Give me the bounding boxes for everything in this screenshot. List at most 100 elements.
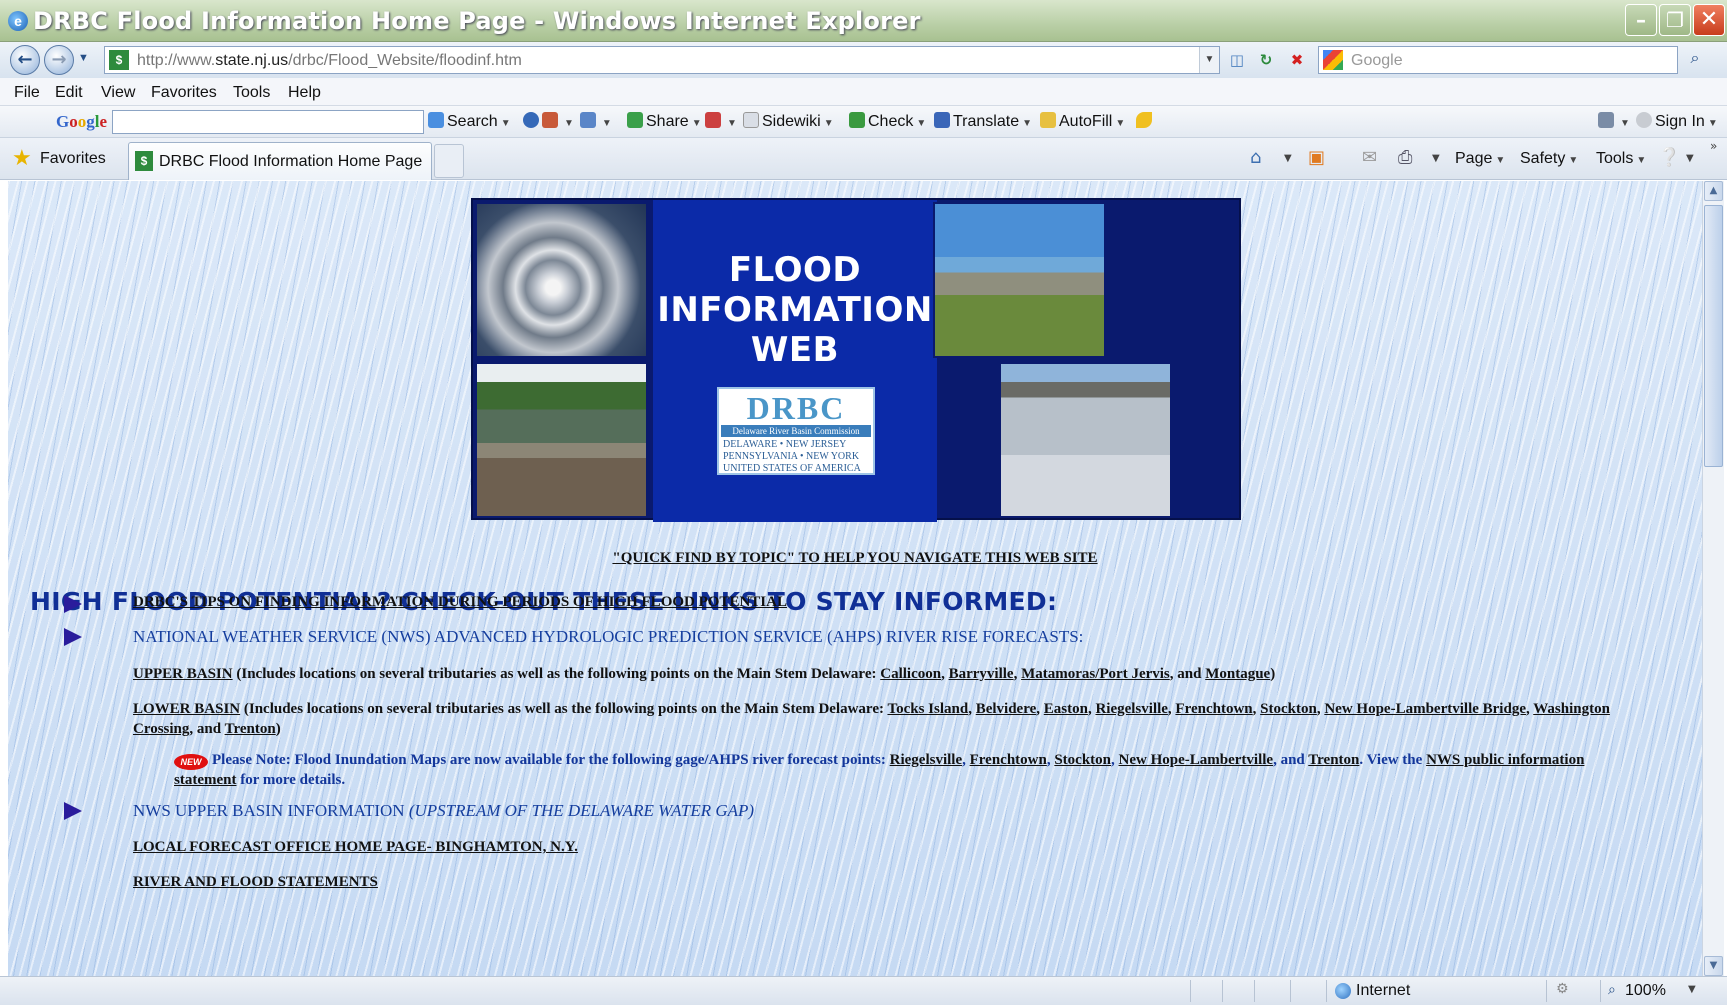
autofill-icon bbox=[1040, 112, 1056, 128]
maximize-button[interactable]: ❐ bbox=[1659, 4, 1691, 36]
belvidere-link[interactable]: Belvidere bbox=[976, 701, 1037, 717]
easton-link[interactable]: Easton bbox=[1044, 701, 1088, 717]
lower-basin-paragraph: LOWER BASIN (Includes locations on sever… bbox=[133, 701, 1610, 737]
minimize-button[interactable]: – bbox=[1625, 4, 1657, 36]
new-hope-bridge-link[interactable]: New Hope-Lambertville Bridge bbox=[1324, 701, 1526, 717]
security-zone-label[interactable]: Internet bbox=[1356, 982, 1410, 1000]
zoom-icon[interactable]: ⌕ bbox=[1608, 982, 1616, 998]
autofill-button[interactable]: AutoFill ▼ bbox=[1040, 112, 1125, 131]
frenchtown-link[interactable]: Frenchtown bbox=[1175, 701, 1252, 717]
translate-button[interactable]: Translate ▼ bbox=[934, 112, 1032, 131]
address-dropdown-icon[interactable]: ▼ bbox=[1199, 47, 1219, 73]
menu-favorites[interactable]: Favorites bbox=[151, 84, 217, 102]
callicoon-link[interactable]: Callicoon bbox=[880, 666, 941, 682]
google-toolbar: Google Search ▼ ▼ ▼ Share ▼ ▼ Sidewiki ▼ Che… bbox=[0, 106, 1727, 138]
note-trenton-link[interactable]: Trenton bbox=[1308, 752, 1359, 768]
site-favicon-icon: $ bbox=[109, 50, 129, 70]
window-title: DRBC Flood Information Home Page - Windo… bbox=[33, 7, 921, 35]
google-search-button[interactable]: Search ▼ bbox=[428, 112, 511, 131]
menu-file[interactable]: File bbox=[14, 84, 40, 102]
menu-edit[interactable]: Edit bbox=[55, 84, 83, 102]
address-bar[interactable]: $ http://www.state.nj.us/drbc/Flood_Webs… bbox=[104, 46, 1220, 74]
upper-basin-info-heading: NWS UPPER BASIN INFORMATION (UPSTREAM OF… bbox=[133, 801, 755, 820]
search-icon[interactable]: ⌕ bbox=[1683, 48, 1707, 72]
new-badge-icon: NEW bbox=[174, 754, 208, 770]
menu-tools[interactable]: Tools bbox=[233, 84, 270, 102]
scroll-up-icon[interactable]: ▲ bbox=[1704, 181, 1723, 201]
barryville-link[interactable]: Barryville bbox=[949, 666, 1014, 682]
earth-icon bbox=[523, 112, 539, 128]
popup-blocker-icon bbox=[705, 112, 721, 128]
back-button[interactable]: ← bbox=[10, 45, 40, 75]
ie-logo-icon: e bbox=[8, 11, 28, 31]
note-riegelsville-link[interactable]: Riegelsville bbox=[890, 752, 962, 768]
safety-menu[interactable]: Safety ▼ bbox=[1520, 150, 1578, 168]
zoom-dropdown-icon[interactable]: ▼ bbox=[1688, 984, 1696, 995]
url-text[interactable]: http://www.state.nj.us/drbc/Flood_Websit… bbox=[137, 52, 522, 70]
page-menu[interactable]: Page ▼ bbox=[1455, 150, 1505, 168]
menu-help[interactable]: Help bbox=[288, 84, 321, 102]
sidewiki-icon bbox=[743, 112, 759, 128]
translate-page-button[interactable]: ▼ bbox=[705, 112, 737, 131]
print-dropdown-icon[interactable]: ▼ bbox=[1432, 153, 1440, 164]
help-icon[interactable]: ❔ bbox=[1658, 147, 1680, 168]
home-dropdown-icon[interactable]: ▼ bbox=[1284, 153, 1292, 164]
highlight-button[interactable] bbox=[1136, 112, 1155, 131]
favorites-button[interactable]: Favorites bbox=[40, 150, 106, 168]
note-frenchtown-link[interactable]: Frenchtown bbox=[970, 752, 1047, 768]
refresh-icon[interactable]: ↻ bbox=[1254, 48, 1278, 72]
river-statements-link[interactable]: RIVER AND FLOOD STATEMENTS bbox=[133, 874, 378, 891]
history-dropdown-icon[interactable]: ▼ bbox=[78, 52, 89, 64]
stop-icon[interactable]: ✖ bbox=[1285, 48, 1309, 72]
toolbar-overflow-icon[interactable]: » bbox=[1710, 139, 1717, 153]
sign-in-button[interactable]: Sign In ▼ bbox=[1636, 112, 1718, 131]
drbc-logo[interactable]: DRBC Delaware River Basin Commission DEL… bbox=[717, 387, 875, 475]
tocks-island-link[interactable]: Tocks Island bbox=[887, 701, 968, 717]
tab-label: DRBC Flood Information Home Page bbox=[159, 153, 423, 170]
search-icon bbox=[428, 112, 444, 128]
share-button[interactable]: Share ▼ bbox=[627, 112, 702, 131]
note-stockton-link[interactable]: Stockton bbox=[1054, 752, 1111, 768]
new-tab-button[interactable] bbox=[434, 144, 464, 178]
site-favicon-icon: $ bbox=[135, 151, 153, 171]
vertical-scrollbar[interactable]: ▲ ▼ bbox=[1702, 181, 1724, 976]
menu-view[interactable]: View bbox=[101, 84, 135, 102]
home-icon[interactable]: ⌂ bbox=[1250, 147, 1261, 168]
check-button[interactable]: Check ▼ bbox=[849, 112, 926, 131]
note-new-hope-link[interactable]: New Hope-Lambertville bbox=[1119, 752, 1274, 768]
matamoras-link[interactable]: Matamoras/Port Jervis bbox=[1021, 666, 1170, 682]
print-icon[interactable]: ⎙ bbox=[1398, 147, 1412, 168]
trenton-link[interactable]: Trenton bbox=[225, 721, 276, 737]
quick-find-link[interactable]: "QUICK FIND BY TOPIC" TO HELP YOU NAVIGA… bbox=[8, 550, 1702, 567]
ahps-heading: NATIONAL WEATHER SERVICE (NWS) ADVANCED … bbox=[133, 627, 1084, 646]
toolbar-settings-button[interactable]: ▼ bbox=[1598, 112, 1630, 131]
help-dropdown-icon[interactable]: ▼ bbox=[1686, 153, 1694, 164]
google-toolbar-input[interactable] bbox=[112, 110, 424, 134]
tips-link[interactable]: DRBC'S TIPS ON FINDING INFORMATION DURIN… bbox=[133, 594, 787, 611]
read-mail-icon[interactable]: ✉ bbox=[1362, 147, 1377, 168]
forward-button[interactable]: → bbox=[44, 45, 74, 75]
upper-basin-link[interactable]: UPPER BASIN bbox=[133, 666, 233, 682]
montague-link[interactable]: Montague bbox=[1205, 666, 1270, 682]
toolbar-icon-group[interactable]: ▼ ▼ bbox=[523, 112, 612, 131]
zoom-level[interactable]: 100% bbox=[1625, 982, 1666, 1000]
close-button[interactable]: ✕ bbox=[1693, 4, 1725, 36]
stockton-link[interactable]: Stockton bbox=[1260, 701, 1317, 717]
scroll-down-icon[interactable]: ▼ bbox=[1704, 956, 1723, 976]
search-box[interactable]: Google bbox=[1318, 46, 1678, 74]
tab-drbc-flood[interactable]: $ DRBC Flood Information Home Page bbox=[128, 142, 432, 180]
banner-center-panel: FLOOD INFORMATION WEB DRBC Delaware Rive… bbox=[653, 200, 937, 522]
flood-information-banner: FLOOD INFORMATION WEB DRBC Delaware Rive… bbox=[471, 198, 1241, 522]
sidewiki-button[interactable]: Sidewiki ▼ bbox=[743, 112, 834, 131]
lower-basin-link[interactable]: LOWER BASIN bbox=[133, 701, 240, 717]
scrollbar-thumb[interactable] bbox=[1704, 205, 1723, 467]
compatibility-view-icon[interactable]: ◫ bbox=[1225, 48, 1249, 72]
search-input[interactable]: Google bbox=[1351, 52, 1403, 70]
favorites-star-icon[interactable]: ★ bbox=[12, 146, 32, 171]
local-forecast-link[interactable]: LOCAL FORECAST OFFICE HOME PAGE- BINGHAM… bbox=[133, 839, 578, 856]
feeds-icon[interactable]: ▣ bbox=[1308, 147, 1325, 168]
protected-mode-icon[interactable]: ⚙ bbox=[1556, 981, 1569, 997]
tools-menu[interactable]: Tools ▼ bbox=[1596, 150, 1646, 168]
riegelsville-link[interactable]: Riegelsville bbox=[1095, 701, 1167, 717]
address-toolbar: ← → ▼ $ http://www.state.nj.us/drbc/Floo… bbox=[0, 42, 1727, 78]
